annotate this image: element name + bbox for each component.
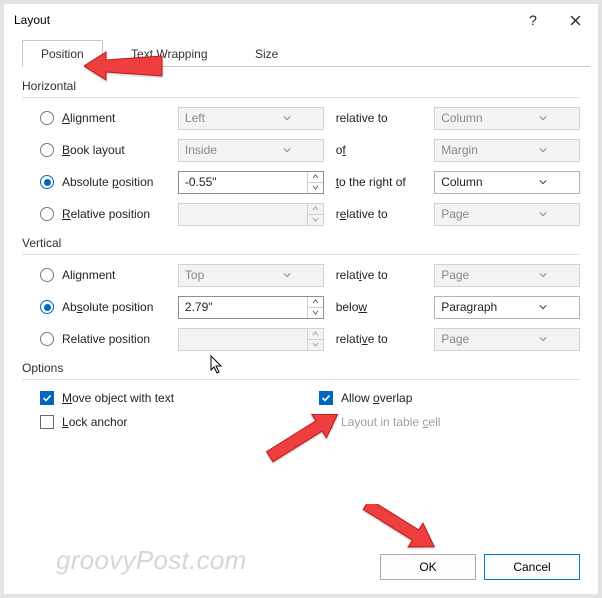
v-relative-input[interactable]	[179, 329, 307, 350]
lock-anchor-checkbox[interactable]	[40, 415, 54, 429]
annotation-arrow-icon	[84, 46, 164, 86]
spin-down-button[interactable]	[308, 340, 323, 350]
caret-up-icon	[312, 174, 319, 179]
spin-up-button[interactable]	[308, 329, 323, 340]
check-icon	[42, 393, 52, 403]
v-alignment-combo[interactable]: Top	[178, 264, 324, 287]
chevron-down-icon	[539, 210, 547, 218]
help-button[interactable]: ?	[512, 6, 554, 34]
h-alignment-radio[interactable]	[40, 111, 54, 125]
layout-table-cell-label: Layout in table cell	[341, 415, 440, 429]
annotation-arrow-icon	[264, 414, 354, 474]
h-absolute-spinner[interactable]	[178, 171, 324, 194]
h-relative-radio[interactable]	[40, 207, 54, 221]
h-alignment-label: Alignment	[62, 111, 115, 125]
chevron-down-icon	[539, 146, 547, 154]
chevron-down-icon	[283, 146, 291, 154]
chevron-down-icon	[539, 271, 547, 279]
move-with-text-checkbox[interactable]	[40, 391, 54, 405]
annotation-arrow-icon	[350, 504, 440, 564]
v-alignment-radio[interactable]	[40, 268, 54, 282]
v-align-rel-label: relative to	[324, 268, 435, 282]
group-vertical-label: Vertical	[22, 236, 580, 250]
spin-down-button[interactable]	[308, 308, 323, 318]
chevron-down-icon	[539, 114, 547, 122]
allow-overlap-checkbox[interactable]	[319, 391, 333, 405]
lock-anchor-label: Lock anchor	[62, 415, 127, 429]
v-rel-rel-label: relative to	[324, 332, 435, 346]
spin-down-button[interactable]	[308, 183, 323, 193]
v-absolute-rel-combo[interactable]: Paragraph	[434, 296, 580, 319]
h-book-rel-combo[interactable]: Margin	[434, 139, 580, 162]
move-with-text-label: Move object with text	[62, 391, 174, 405]
spin-up-button[interactable]	[308, 204, 323, 215]
v-alignment-label: Alignment	[62, 268, 115, 282]
v-absolute-input[interactable]	[179, 297, 307, 318]
chevron-down-icon	[283, 271, 291, 279]
v-absolute-spinner[interactable]	[178, 296, 324, 319]
v-relative-spinner[interactable]	[178, 328, 324, 351]
v-absolute-radio[interactable]	[40, 300, 54, 314]
chevron-down-icon	[539, 303, 547, 311]
h-relative-rel-combo[interactable]: Page	[434, 203, 580, 226]
close-icon	[570, 15, 581, 26]
h-abs-rel-label: to the right of	[324, 175, 435, 189]
h-absolute-radio[interactable]	[40, 175, 54, 189]
v-alignment-rel-combo[interactable]: Page	[434, 264, 580, 287]
caret-down-icon	[312, 342, 319, 347]
chevron-down-icon	[539, 335, 547, 343]
spin-up-button[interactable]	[308, 297, 323, 308]
h-book-combo[interactable]: Inside	[178, 139, 324, 162]
v-abs-rel-label: below	[324, 300, 435, 314]
h-relative-spinner[interactable]	[178, 203, 324, 226]
v-relative-rel-combo[interactable]: Page	[434, 328, 580, 351]
caret-down-icon	[312, 185, 319, 190]
titlebar: Layout ?	[4, 4, 598, 36]
h-align-rel-label: relative to	[324, 111, 435, 125]
h-book-radio[interactable]	[40, 143, 54, 157]
tab-size[interactable]: Size	[236, 40, 297, 67]
watermark: groovyPost.com	[56, 545, 247, 576]
v-relative-label: Relative position	[62, 332, 150, 346]
layout-dialog: Layout ? Position TeText Wrappingxt Wrap…	[4, 4, 598, 594]
group-options-label: Options	[22, 361, 580, 375]
v-relative-radio[interactable]	[40, 332, 54, 346]
h-alignment-combo[interactable]: Left	[178, 107, 324, 130]
v-absolute-label: Absolute position	[62, 300, 153, 314]
caret-up-icon	[312, 299, 319, 304]
close-button[interactable]	[554, 6, 596, 34]
h-book-label: Book layout	[62, 143, 125, 157]
cancel-button[interactable]: Cancel	[484, 554, 580, 580]
spin-up-button[interactable]	[308, 172, 323, 183]
chevron-down-icon	[283, 114, 291, 122]
dialog-title: Layout	[14, 13, 512, 27]
caret-down-icon	[312, 310, 319, 315]
h-absolute-label: Absolute position	[62, 175, 153, 189]
h-book-rel-label: of	[324, 143, 435, 157]
h-absolute-rel-combo[interactable]: Column	[434, 171, 580, 194]
check-icon	[321, 393, 331, 403]
h-rel-rel-label: relative to	[324, 207, 435, 221]
caret-up-icon	[312, 206, 319, 211]
h-relative-label: Relative position	[62, 207, 150, 221]
spin-down-button[interactable]	[308, 215, 323, 225]
h-alignment-rel-combo[interactable]: Column	[434, 107, 580, 130]
caret-up-icon	[312, 331, 319, 336]
caret-down-icon	[312, 217, 319, 222]
h-relative-input[interactable]	[179, 204, 307, 225]
cursor-icon	[209, 354, 225, 374]
h-absolute-input[interactable]	[179, 172, 307, 193]
chevron-down-icon	[539, 178, 547, 186]
allow-overlap-label: Allow overlap	[341, 391, 412, 405]
